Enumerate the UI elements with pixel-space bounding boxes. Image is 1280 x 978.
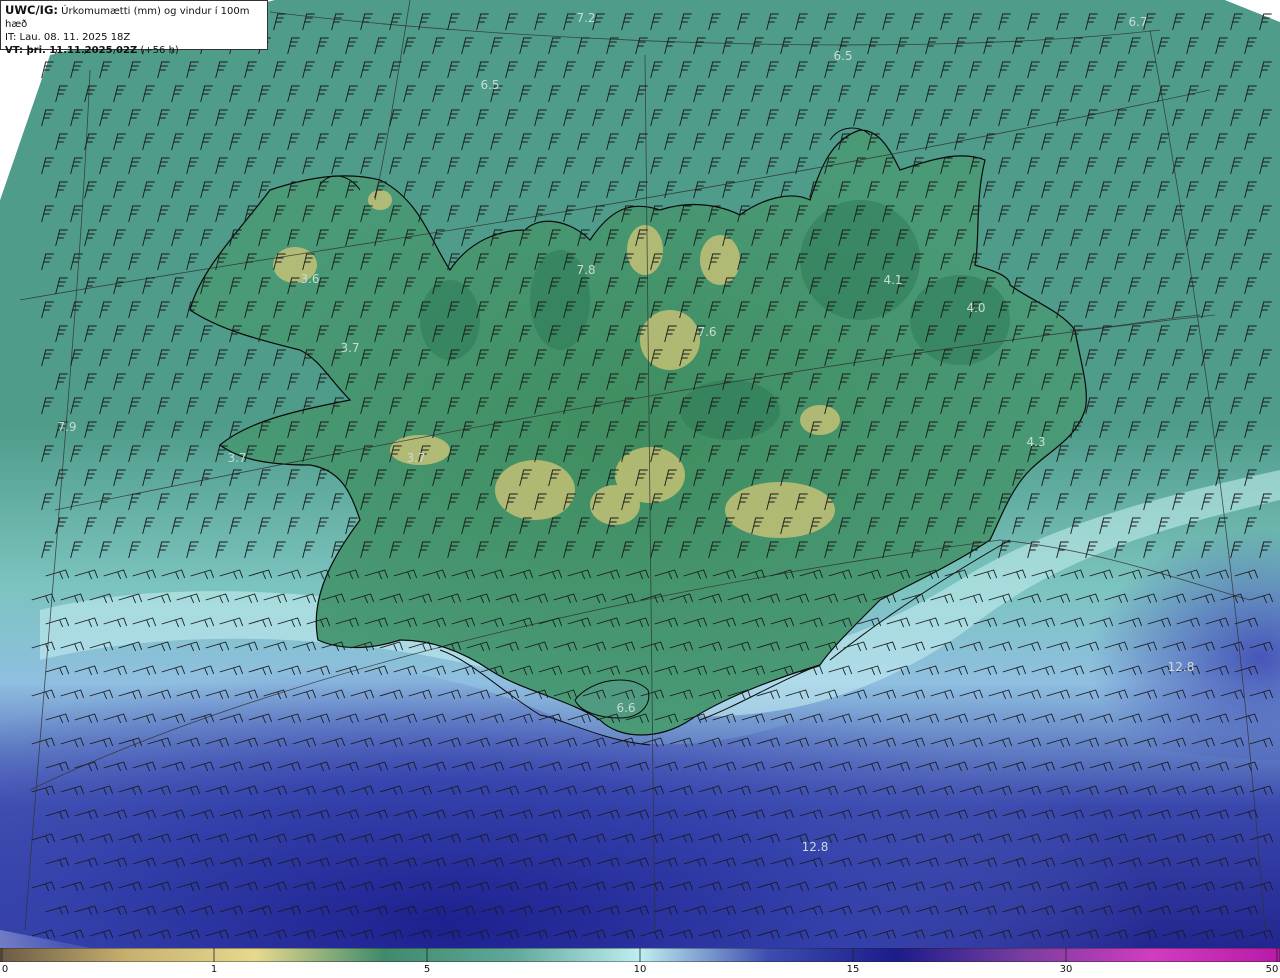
map-value-label: 12.8	[802, 840, 829, 854]
precipitation-wind-map: 7.2 6.7 6.5 6.5 3.6 7.8 4.1 4.0 3.7 7.6 7.9 3.7 3.7 4…	[0, 0, 1280, 948]
map-value-label: 6.6	[616, 701, 635, 715]
map-value-label: 4.3	[1026, 435, 1045, 449]
map-value-label: 7.6	[697, 325, 716, 339]
model-label: UWC/IG:	[5, 3, 58, 17]
map-value-label: 7.2	[576, 11, 595, 25]
map-value-label: 6.5	[480, 78, 499, 92]
valid-time-line: VT: þri. 11.11.2025 02Z (+56 h)	[5, 44, 263, 57]
colorbar-tick-label: 30	[1059, 964, 1073, 975]
map-value-label: 7.9	[57, 420, 76, 434]
map-value-label: 6.5	[833, 49, 852, 63]
colorbar-tick-label: 15	[846, 964, 860, 975]
map-value-label: 4.0	[966, 301, 985, 315]
colorbar-tick-label: 0	[1, 964, 9, 975]
colorbar-tick-label: 1	[210, 964, 218, 975]
valid-time: VT: þri. 11.11.2025 02Z	[5, 45, 138, 56]
map-value-label: 6.7	[1128, 15, 1147, 29]
map-value-label: 3.6	[300, 272, 319, 286]
map-value-label: 7.8	[576, 263, 595, 277]
map-value-label: 3.7	[406, 451, 425, 465]
colorbar-labels: 0 1 5 10 15 30 50	[0, 962, 1280, 978]
title-box: UWC/IG: Úrkomumætti (mm) og vindur í 100…	[0, 0, 268, 56]
colorbar-tick-label: 10	[633, 964, 647, 975]
map-value-label: 4.1	[883, 273, 902, 287]
map-value-label: 12.8	[1168, 660, 1195, 674]
colorbar-tick-label: 50	[1265, 964, 1279, 975]
colorbar	[0, 948, 1280, 962]
forecast-offset: (+56 h)	[140, 45, 179, 56]
title-line: UWC/IG: Úrkomumætti (mm) og vindur í 100…	[5, 4, 263, 31]
colorbar-tick-label: 5	[423, 964, 431, 975]
map-value-label: 3.7	[227, 451, 246, 465]
init-time: IT: Lau. 08. 11. 2025 18Z	[5, 32, 131, 43]
map-value-label: 3.7	[340, 341, 359, 355]
